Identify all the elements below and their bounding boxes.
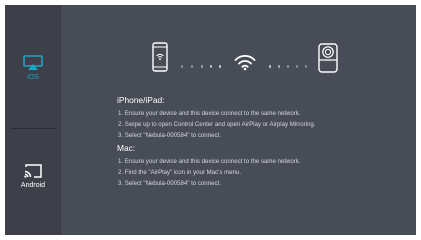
iphone-heading: iPhone/iPad: bbox=[117, 95, 165, 105]
connection-diagram bbox=[61, 5, 416, 85]
iphone-step: 3. Select "Nebula-000584" to connect. bbox=[118, 132, 221, 140]
connection-dot bbox=[296, 65, 299, 68]
airplay-screen: iOS Android iPhone/iPad: 1. Ensure your … bbox=[5, 5, 416, 235]
mac-step: 2. Find the "AirPlay" icon in your Mac's… bbox=[118, 168, 242, 176]
sidebar: iOS Android bbox=[5, 5, 61, 235]
sidebar-item-android[interactable]: Android bbox=[5, 163, 61, 205]
mac-heading: Mac: bbox=[117, 142, 136, 153]
airplay-icon bbox=[5, 55, 61, 71]
connection-dot bbox=[210, 65, 213, 68]
instructions: iPhone/iPad: 1. Ensure your device and t… bbox=[117, 95, 407, 189]
cast-icon bbox=[5, 163, 61, 179]
connection-dot bbox=[191, 65, 194, 68]
projector-icon bbox=[318, 43, 338, 78]
iphone-step: 2. Swipe up to open Control Center and o… bbox=[118, 121, 316, 129]
connection-dot bbox=[201, 65, 204, 68]
connection-dot bbox=[305, 65, 308, 68]
sidebar-item-label: Android bbox=[20, 182, 46, 189]
connection-dot bbox=[219, 65, 222, 68]
sidebar-item-label: iOS bbox=[27, 74, 39, 81]
sidebar-item-ios[interactable]: iOS bbox=[5, 55, 61, 103]
connection-dot bbox=[287, 65, 290, 68]
mac-step: 3. Select "Nebula-000584" to connect. bbox=[118, 180, 221, 188]
iphone-wifi-icon bbox=[152, 42, 168, 77]
mac-step: 1. Ensure your device and this device co… bbox=[118, 157, 301, 165]
connection-dot bbox=[269, 65, 272, 68]
wifi-icon bbox=[234, 53, 256, 76]
connection-dot bbox=[181, 65, 184, 68]
connection-dot bbox=[278, 65, 281, 68]
sidebar-divider bbox=[11, 128, 55, 129]
iphone-step: 1. Ensure your device and this device co… bbox=[118, 110, 301, 117]
main-content: iPhone/iPad: 1. Ensure your device and t… bbox=[61, 5, 416, 235]
